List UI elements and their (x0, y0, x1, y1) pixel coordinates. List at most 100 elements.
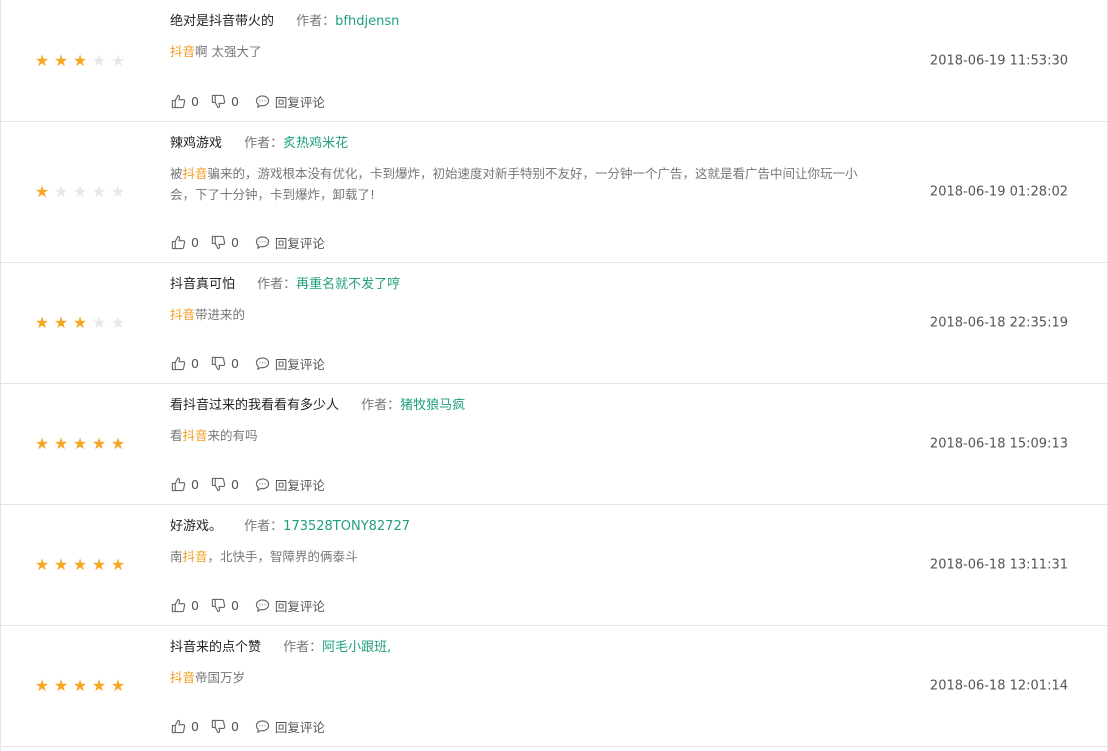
reply-button[interactable]: 回复评论 (255, 717, 325, 736)
body-text-after: ，北快手，智障界的俩泰斗 (207, 549, 358, 564)
review-title: 抖音来的点个赞 (170, 640, 262, 655)
author-label: 作者： (257, 277, 297, 292)
review-timestamp: 2018-06-19 01:28:02 (929, 184, 1068, 200)
review-timestamp: 2018-06-18 15:09:13 (929, 436, 1068, 452)
star-filled-icon: ★ (34, 50, 50, 70)
body-keyword: 抖音 (182, 166, 208, 181)
reply-label: 回复评论 (274, 356, 325, 372)
like-button[interactable]: 0 (171, 598, 199, 613)
review-item: ★ ★ ★ ★ ★ 看抖音过来的我看看有多少人 作者：猪牧狼马疯 看抖音来的有吗 0 0 (1, 384, 1107, 505)
star-filled-icon: ★ (53, 50, 69, 70)
reply-button[interactable]: 回复评论 (255, 596, 325, 615)
comment-bubble-icon (255, 356, 270, 370)
review-actions: 0 0 回复评论 (171, 717, 337, 735)
review-item: ★ ★ ★ ★ ★ 绝对是抖音带火的 作者：bfhdjensn 抖音啊 太强大了 0 0 (1, 0, 1107, 122)
review-actions: 0 0 回复评论 (171, 596, 337, 614)
thumbs-up-icon (171, 94, 186, 108)
thumbs-up-icon (171, 477, 186, 491)
review-timestamp: 2018-06-18 12:01:14 (929, 678, 1068, 694)
star-filled-icon: ★ (91, 676, 107, 695)
review-body: 抖音帝国万岁 (170, 667, 880, 688)
dislike-button[interactable]: 0 (211, 235, 239, 250)
star-filled-icon: ★ (34, 555, 50, 574)
star-filled-icon: ★ (72, 555, 88, 574)
reply-label: 回复评论 (274, 598, 325, 614)
star-empty-icon: ★ (91, 182, 107, 201)
thumbs-down-icon (211, 356, 226, 370)
review-item: ★ ★ ★ ★ ★ 辣鸡游戏 作者：炙热鸡米花 被抖音骗来的，游戏根本没有优化，卡到爆炸… (1, 122, 1107, 263)
thumbs-down-icon (211, 94, 226, 108)
review-timestamp: 2018-06-19 11:53:30 (929, 53, 1068, 68)
like-count: 0 (191, 597, 199, 613)
like-button[interactable]: 0 (171, 719, 199, 734)
thumbs-up-icon (171, 719, 186, 733)
dislike-count: 0 (230, 476, 239, 492)
comment-bubble-icon (255, 477, 270, 491)
author-link[interactable]: 阿毛小跟班, (322, 640, 391, 655)
body-keyword: 抖音 (170, 670, 196, 685)
reply-button[interactable]: 回复评论 (255, 475, 325, 494)
star-empty-icon: ★ (53, 182, 69, 201)
body-text-after: 啊 太强大了 (195, 44, 262, 59)
review-header: 抖音来的点个赞 作者：阿毛小跟班, (170, 639, 391, 657)
like-count: 0 (191, 234, 199, 250)
reply-button[interactable]: 回复评论 (255, 92, 325, 111)
thumbs-up-icon (171, 356, 186, 370)
star-filled-icon: ★ (72, 434, 88, 453)
star-filled-icon: ★ (72, 676, 88, 695)
star-filled-icon: ★ (110, 676, 126, 695)
like-button[interactable]: 0 (171, 94, 199, 109)
star-empty-icon: ★ (110, 50, 126, 70)
reply-label: 回复评论 (274, 235, 325, 251)
author-label: 作者： (244, 519, 284, 534)
dislike-button[interactable]: 0 (211, 598, 239, 613)
author-link[interactable]: 炙热鸡米花 (283, 136, 348, 151)
star-filled-icon: ★ (34, 313, 50, 332)
dislike-count: 0 (230, 355, 239, 371)
star-filled-icon: ★ (72, 50, 88, 70)
review-list: ★ ★ ★ ★ ★ 绝对是抖音带火的 作者：bfhdjensn 抖音啊 太强大了 0 0 (0, 0, 1108, 751)
review-title: 绝对是抖音带火的 (170, 14, 275, 29)
review-body: 南抖音，北快手，智障界的俩泰斗 (170, 546, 880, 567)
reply-label: 回复评论 (274, 719, 325, 735)
like-button[interactable]: 0 (171, 477, 199, 492)
body-text-after: 骗来的，游戏根本没有优化，卡到爆炸，初始速度对新手特别不友好，一分钟一个广告，这… (170, 166, 858, 202)
star-filled-icon: ★ (34, 182, 50, 201)
author-link[interactable]: 173528TONY82727 (283, 519, 410, 534)
thumbs-down-icon (211, 719, 226, 733)
body-text-after: 帝国万岁 (195, 670, 246, 685)
reply-button[interactable]: 回复评论 (255, 233, 325, 252)
reply-button[interactable]: 回复评论 (255, 354, 325, 373)
star-rating: ★ ★ ★ ★ ★ (33, 315, 127, 331)
dislike-button[interactable]: 0 (211, 477, 239, 492)
author-link[interactable]: bfhdjensn (335, 14, 399, 29)
review-body: 抖音带进来的 (170, 304, 880, 325)
author-link[interactable]: 再重名就不发了哼 (296, 277, 400, 292)
review-header: 绝对是抖音带火的 作者：bfhdjensn (170, 13, 399, 31)
star-empty-icon: ★ (91, 313, 107, 332)
review-body: 抖音啊 太强大了 (170, 41, 880, 62)
body-text-after: 来的有吗 (207, 428, 258, 443)
review-item: ★ ★ ★ ★ ★ 抖音真可怕 作者：再重名就不发了哼 抖音带进来的 0 0 回… (1, 263, 1107, 384)
comment-bubble-icon (255, 598, 270, 612)
review-header: 抖音真可怕 作者：再重名就不发了哼 (170, 276, 400, 294)
review-timestamp: 2018-06-18 13:11:31 (929, 557, 1068, 573)
star-filled-icon: ★ (110, 555, 126, 574)
thumbs-up-icon (171, 235, 186, 249)
author-link[interactable]: 猪牧狼马疯 (400, 398, 465, 413)
star-empty-icon: ★ (110, 313, 126, 332)
author-label: 作者： (296, 14, 336, 29)
star-filled-icon: ★ (91, 555, 107, 574)
dislike-button[interactable]: 0 (211, 719, 239, 734)
review-item: ★ ★ ★ ★ ★ 抖音来的点个赞 作者：阿毛小跟班, 抖音帝国万岁 0 0 回… (1, 626, 1107, 747)
review-title: 辣鸡游戏 (170, 136, 223, 151)
thumbs-up-icon (171, 598, 186, 612)
star-filled-icon: ★ (53, 313, 69, 332)
like-button[interactable]: 0 (171, 356, 199, 371)
dislike-button[interactable]: 0 (211, 94, 239, 109)
dislike-button[interactable]: 0 (211, 356, 239, 371)
star-empty-icon: ★ (110, 182, 126, 201)
star-filled-icon: ★ (53, 676, 69, 695)
dislike-count: 0 (230, 718, 239, 734)
like-button[interactable]: 0 (171, 235, 199, 250)
